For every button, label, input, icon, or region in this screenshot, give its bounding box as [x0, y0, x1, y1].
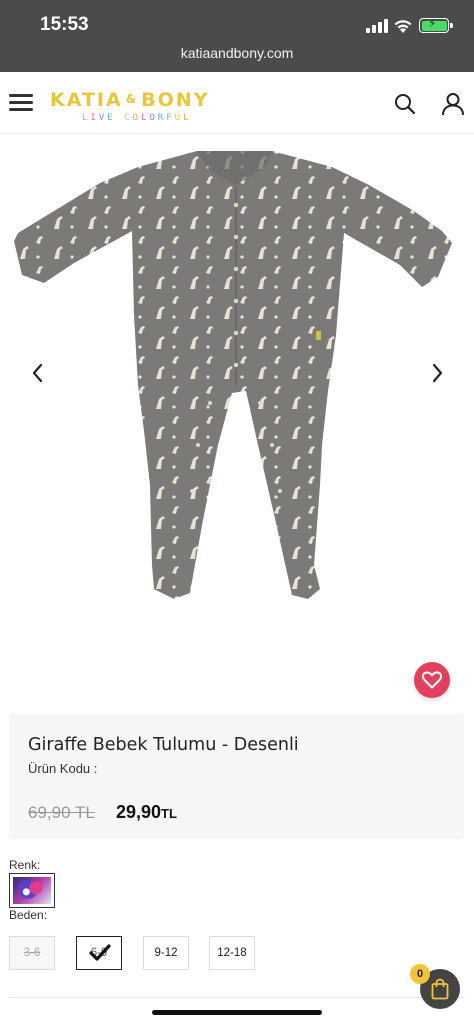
battery-icon: [419, 17, 453, 33]
site-header: KATIA & BONY LIVE COLORFUL: [0, 72, 474, 134]
section-divider: [9, 997, 464, 998]
product-image: [14, 151, 452, 599]
heart-icon: [422, 671, 442, 689]
product-gallery[interactable]: [0, 135, 474, 713]
shopping-bag-icon: [431, 978, 449, 1000]
favorite-button[interactable]: [414, 662, 450, 698]
status-time: 15:53: [40, 14, 89, 35]
size-option-12-18[interactable]: 12-18: [209, 936, 255, 970]
brand-name-right: BONY: [141, 89, 210, 111]
size-option-9-12[interactable]: 9-12: [143, 936, 189, 970]
brand-ampersand: &: [125, 92, 139, 106]
next-image-arrow-icon[interactable]: [426, 361, 448, 385]
color-swatch[interactable]: [9, 873, 55, 908]
user-icon[interactable]: [440, 91, 466, 117]
sale-price-currency: TL: [161, 806, 177, 821]
brand-name-left: KATIA: [50, 89, 123, 111]
size-option-6-9[interactable]: 6-9: [76, 936, 122, 970]
color-label: Renk:: [9, 858, 41, 872]
size-option-3-6[interactable]: 3-6: [9, 936, 55, 970]
product-title: Giraffe Bebek Tulumu - Desenli: [28, 735, 299, 755]
size-label: Beden:: [9, 908, 48, 922]
old-price: 69,90 TL: [28, 803, 95, 822]
sale-price: 29,90TL: [116, 802, 177, 823]
cellular-signal-icon: [366, 19, 388, 33]
product-code-label: Ürün Kodu :: [28, 761, 98, 776]
sale-price-value: 29,90: [116, 802, 162, 822]
product-info-card: Giraffe Bebek Tulumu - Desenli Ürün Kodu…: [9, 714, 464, 839]
search-icon[interactable]: [393, 92, 417, 116]
address-bar-url[interactable]: katiaandbony.com: [0, 45, 474, 61]
checkmark-icon: [89, 944, 111, 961]
cart-count-badge: 0: [410, 964, 430, 984]
previous-image-arrow-icon[interactable]: [27, 361, 49, 385]
home-indicator: [152, 1010, 322, 1015]
status-bar: 15:53 katiaandbony.com: [0, 0, 474, 72]
wifi-icon: [394, 20, 412, 33]
brand-logo[interactable]: KATIA & BONY LIVE COLORFUL: [50, 89, 209, 123]
brand-tagline: LIVE COLORFUL: [82, 113, 192, 123]
menu-icon[interactable]: [9, 94, 33, 112]
